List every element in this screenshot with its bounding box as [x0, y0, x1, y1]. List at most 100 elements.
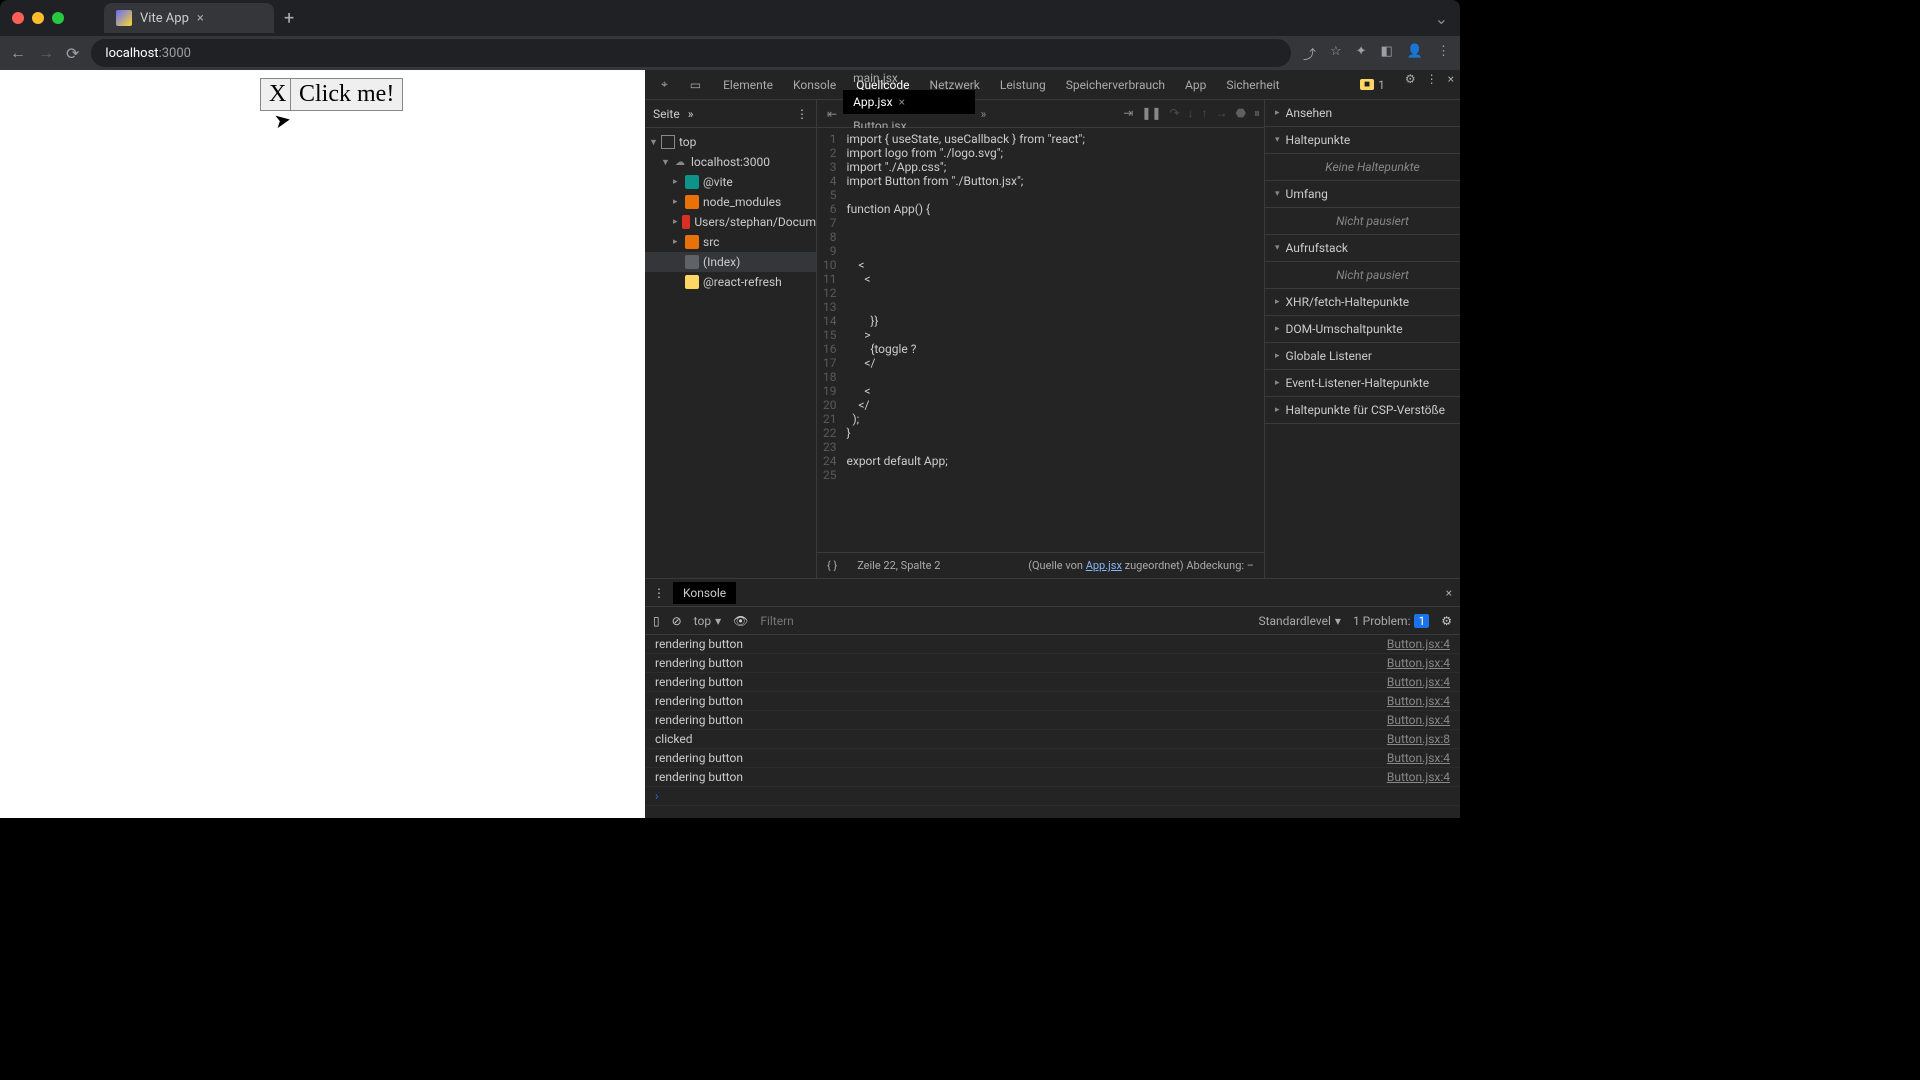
context-selector[interactable]: top ▾ — [694, 614, 721, 628]
folder-icon — [682, 215, 691, 229]
step-out-icon[interactable]: ↑ — [1202, 106, 1208, 121]
console-row: rendering buttonButton.jsx:4 — [645, 711, 1460, 730]
sidepanel-icon[interactable]: ◧ — [1381, 44, 1393, 63]
console-sidebar-icon[interactable]: ▯ — [653, 614, 660, 628]
navigator-menu-icon[interactable]: ⋮ — [796, 107, 808, 121]
chevron-down-icon: ▾ — [1335, 614, 1341, 628]
watch-section[interactable]: ▸Ansehen — [1265, 100, 1460, 127]
tree-folder[interactable]: ▸@vite — [645, 172, 816, 192]
device-toggle-icon[interactable]: ▭ — [680, 72, 711, 98]
tab-title: Vite App — [140, 11, 189, 26]
console-source-link[interactable]: Button.jsx:4 — [1387, 694, 1450, 708]
issues-button[interactable]: ■1 — [1350, 72, 1395, 98]
devtools-tab-elemente[interactable]: Elemente — [713, 72, 783, 98]
console-row: rendering buttonButton.jsx:4 — [645, 692, 1460, 711]
step-over-icon[interactable]: ↷ — [1169, 106, 1179, 121]
maximize-window-icon[interactable] — [52, 12, 64, 24]
console-source-link[interactable]: Button.jsx:4 — [1387, 770, 1450, 784]
dom-breakpoints-section[interactable]: ▸DOM-Umschaltpunkte — [1265, 316, 1460, 343]
back-button[interactable]: ← — [10, 43, 26, 63]
scope-section[interactable]: ▾Umfang — [1265, 181, 1460, 208]
xhr-breakpoints-section[interactable]: ▸XHR/fetch-Haltepunkte — [1265, 289, 1460, 316]
code-editor[interactable]: 1234567891011121314151617181920212223242… — [817, 128, 1264, 552]
file-tab[interactable]: App.jsx × — [843, 90, 975, 114]
console-source-link[interactable]: Button.jsx:4 — [1387, 751, 1450, 765]
share-icon[interactable]: ⤴ — [1303, 44, 1316, 63]
console-source-link[interactable]: Button.jsx:4 — [1387, 656, 1450, 670]
file-tabs: ⇤ main.jsxApp.jsx ×Button.jsxreact.devel… — [817, 100, 1264, 128]
close-devtools-icon[interactable]: × — [1448, 72, 1454, 98]
console-row: rendering buttonButton.jsx:4 — [645, 654, 1460, 673]
browser-tab[interactable]: Vite App × — [104, 3, 274, 33]
settings-icon[interactable]: ⚙ — [1405, 72, 1416, 98]
callstack-section[interactable]: ▾Aufrufstack — [1265, 235, 1460, 262]
more-file-tabs-icon[interactable]: » — [975, 107, 993, 121]
toggle-navigator-icon[interactable]: ⇤ — [821, 107, 843, 121]
devtools: ⌖ ▭ ElementeKonsoleQuellcodeNetzwerkLeis… — [645, 70, 1460, 818]
forward-button[interactable]: → — [38, 43, 54, 63]
inspect-icon[interactable]: ⌖ — [651, 71, 678, 98]
source-map-link[interactable]: App.jsx — [1086, 559, 1122, 572]
tree-folder[interactable]: ▸node_modules — [645, 192, 816, 212]
extensions-icon[interactable]: ✦ — [1356, 44, 1367, 63]
event-listener-breakpoints-section[interactable]: ▸Event-Listener-Haltepunkte — [1265, 370, 1460, 397]
csp-breakpoints-section[interactable]: ▸Haltepunkte für CSP-Verstöße — [1265, 397, 1460, 424]
file-tree: ▼top ▼localhost:3000 ▸@vite ▸node_module… — [645, 128, 816, 578]
devtools-tab-app[interactable]: App — [1175, 72, 1216, 98]
file-tab[interactable]: main.jsx — [843, 66, 975, 90]
close-tab-icon[interactable]: × — [197, 11, 204, 26]
menu-icon[interactable]: ⋮ — [1437, 44, 1450, 63]
toggle-debug-pane-icon[interactable]: ⇥ — [1123, 106, 1133, 121]
navigator-tab-page[interactable]: Seite — [653, 107, 680, 121]
window-controls — [12, 12, 64, 24]
tree-host[interactable]: ▼localhost:3000 — [645, 152, 816, 172]
clear-console-icon[interactable]: ⊘ — [672, 614, 682, 628]
live-expression-icon[interactable]: 👁 — [733, 614, 748, 628]
log-level-selector[interactable]: Standardlevel ▾ — [1258, 614, 1340, 628]
global-listeners-section[interactable]: ▸Globale Listener — [1265, 343, 1460, 370]
deactivate-breakpoints-icon[interactable]: ⬣ — [1236, 106, 1246, 121]
console-source-link[interactable]: Button.jsx:4 — [1387, 675, 1450, 689]
new-tab-button[interactable]: + — [284, 8, 294, 29]
console-source-link[interactable]: Button.jsx:4 — [1387, 637, 1450, 651]
pause-exceptions-icon[interactable]: ⏸ — [1254, 106, 1260, 121]
tree-file[interactable]: @react-refresh — [645, 272, 816, 292]
step-into-icon[interactable]: ↓ — [1188, 106, 1194, 121]
tree-folder[interactable]: ▸Users/stephan/Docum — [645, 212, 816, 232]
tree-folder[interactable]: ▸src — [645, 232, 816, 252]
console-source-link[interactable]: Button.jsx:4 — [1387, 713, 1450, 727]
sources-panel: Seite » ⋮ ▼top ▼localhost:3000 ▸@vite ▸n… — [645, 100, 1460, 578]
devtools-tab-konsole[interactable]: Konsole — [783, 72, 846, 98]
profile-icon[interactable]: 👤 — [1407, 44, 1423, 63]
navigator-more-tabs-icon[interactable]: » — [688, 107, 694, 121]
close-window-icon[interactable] — [12, 12, 24, 24]
tree-file-index[interactable]: (Index) — [645, 252, 816, 272]
devtools-tab-sicherheit[interactable]: Sicherheit — [1216, 72, 1289, 98]
console-settings-icon[interactable]: ⚙ — [1441, 614, 1452, 628]
tab-dropdown-icon[interactable]: ⌄ — [1435, 9, 1448, 28]
console-message: rendering button — [655, 675, 1387, 689]
folder-icon — [685, 175, 699, 189]
console-filter-input[interactable] — [760, 614, 1246, 628]
devtools-tab-leistung[interactable]: Leistung — [990, 72, 1056, 98]
bookmark-icon[interactable]: ☆ — [1330, 44, 1342, 63]
breakpoints-section[interactable]: ▾Haltepunkte — [1265, 127, 1460, 154]
console-tab[interactable]: Konsole — [673, 582, 736, 604]
close-file-icon[interactable]: × — [899, 95, 905, 109]
problems-link[interactable]: 1 Problem: 1 — [1353, 614, 1429, 628]
format-icon[interactable]: { } — [827, 559, 837, 572]
console-source-link[interactable]: Button.jsx:8 — [1387, 732, 1450, 746]
close-drawer-icon[interactable]: × — [1446, 586, 1452, 600]
step-icon[interactable]: → — [1216, 106, 1228, 121]
tree-top[interactable]: ▼top — [645, 132, 816, 152]
click-me-button[interactable]: Click me! — [290, 78, 403, 111]
minimize-window-icon[interactable] — [32, 12, 44, 24]
pause-icon[interactable]: ❚❚ — [1141, 106, 1161, 121]
drawer-menu-icon[interactable]: ⋮ — [653, 586, 673, 600]
devtools-tab-speicherverbrauch[interactable]: Speicherverbrauch — [1056, 72, 1175, 98]
console-prompt[interactable]: › — [645, 787, 1460, 806]
more-icon[interactable]: ⋮ — [1426, 72, 1438, 98]
address-bar[interactable]: localhost:3000 — [91, 39, 1291, 67]
reload-button[interactable]: ⟳ — [66, 44, 79, 63]
problems-badge: 1 — [1414, 614, 1429, 628]
